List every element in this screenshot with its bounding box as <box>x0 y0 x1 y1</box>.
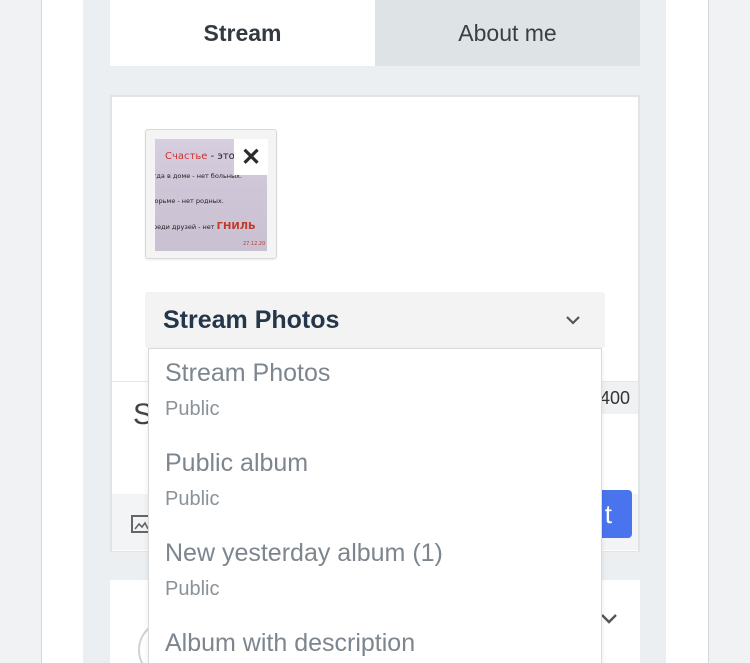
album-select[interactable]: Stream Photos <box>145 292 605 348</box>
album-option[interactable]: Stream Photos Public <box>165 359 585 421</box>
thumbnail-date: 27.12.20 <box>243 241 266 247</box>
tab-about-me[interactable]: About me <box>375 0 640 66</box>
thumbnail-text-segment: - это <box>207 151 235 162</box>
thumbnail-text-segment: юрьме - нет родных. <box>155 197 224 205</box>
album-option-title: Stream Photos <box>165 359 331 387</box>
share-button-label: t <box>604 498 612 529</box>
close-icon: ✕ <box>240 143 262 171</box>
album-option-title: Album with description <box>165 629 416 657</box>
thumbnail-text-segment: реди друзей - нет <box>155 223 217 231</box>
album-option-title: New yesterday album (1) <box>165 539 443 567</box>
thumbnail-text-segment: Счастье <box>165 151 208 162</box>
thumbnail-text-line: гда в доме - нет больных. <box>155 172 242 180</box>
remove-attachment-button[interactable]: ✕ <box>234 139 268 175</box>
thumbnail-text-segment: гда в доме - нет больных. <box>155 172 243 180</box>
profile-tabs: Stream About me <box>110 0 640 66</box>
tab-stream[interactable]: Stream <box>110 0 375 66</box>
thumbnail-text-line: Счастье - это <box>165 151 235 162</box>
album-option[interactable]: New yesterday album (1) Public <box>165 539 585 601</box>
album-option-privacy: Public <box>165 398 220 420</box>
chevron-down-icon[interactable] <box>600 611 618 627</box>
album-option[interactable]: Album with description <box>165 629 585 658</box>
album-option-privacy: Public <box>165 488 220 510</box>
album-option-title: Public album <box>165 449 309 477</box>
thumbnail-text-segment: ГНИЛЬ <box>216 221 256 232</box>
chevron-down-icon <box>566 316 580 325</box>
thumbnail-text-line: юрьме - нет родных. <box>155 197 224 205</box>
thumbnail-text-line: реди друзей - нет ГНИЛЬ <box>155 221 256 232</box>
album-option-privacy: Public <box>165 578 220 600</box>
album-option[interactable]: Public album Public <box>165 449 585 511</box>
album-select-value: Stream Photos <box>163 305 340 334</box>
album-dropdown-menu: Stream Photos Public Public album Public… <box>148 348 602 663</box>
